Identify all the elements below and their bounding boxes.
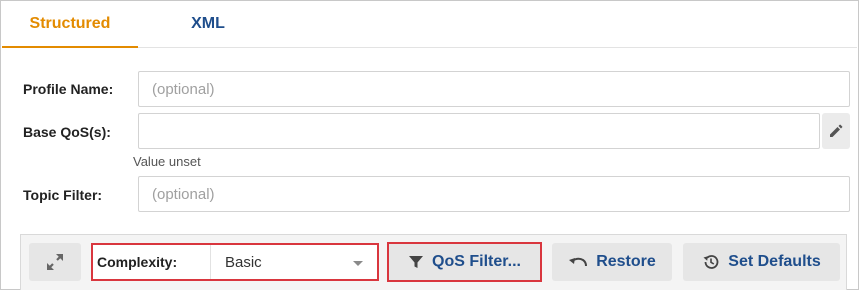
pencil-icon <box>830 124 843 137</box>
history-icon <box>702 253 720 271</box>
edit-base-qos-button[interactable] <box>822 113 850 149</box>
qos-filter-label: QoS Filter... <box>432 253 521 270</box>
complexity-select[interactable]: Basic <box>210 245 377 279</box>
expand-icon <box>47 254 63 270</box>
toolbar: Complexity: Basic QoS Filter... Restore … <box>20 234 847 290</box>
set-defaults-button[interactable]: Set Defaults <box>683 243 840 281</box>
base-qos-input[interactable] <box>138 113 820 149</box>
topic-filter-input[interactable] <box>138 176 850 212</box>
base-qos-hint: Value unset <box>133 154 201 169</box>
filter-icon <box>408 254 424 270</box>
set-defaults-label: Set Defaults <box>728 253 821 270</box>
restore-label: Restore <box>596 253 656 270</box>
profile-name-input[interactable] <box>138 71 850 107</box>
expand-button[interactable] <box>29 243 81 281</box>
base-qos-label: Base QoS(s): <box>23 124 111 140</box>
tab-xml[interactable]: XML <box>138 2 278 48</box>
restore-button[interactable]: Restore <box>552 243 672 281</box>
undo-icon <box>568 254 588 270</box>
qos-profile-panel: Structured XML Profile Name: Base QoS(s)… <box>0 0 859 290</box>
tab-structured[interactable]: Structured <box>2 2 138 48</box>
complexity-value: Basic <box>225 253 262 271</box>
tab-bar: Structured XML <box>2 2 857 48</box>
complexity-label: Complexity: <box>97 254 178 270</box>
chevron-down-icon <box>353 261 363 266</box>
qos-filter-button[interactable]: QoS Filter... <box>387 242 542 282</box>
complexity-control: Complexity: Basic <box>91 243 379 281</box>
profile-name-label: Profile Name: <box>23 81 114 97</box>
topic-filter-label: Topic Filter: <box>23 187 103 203</box>
